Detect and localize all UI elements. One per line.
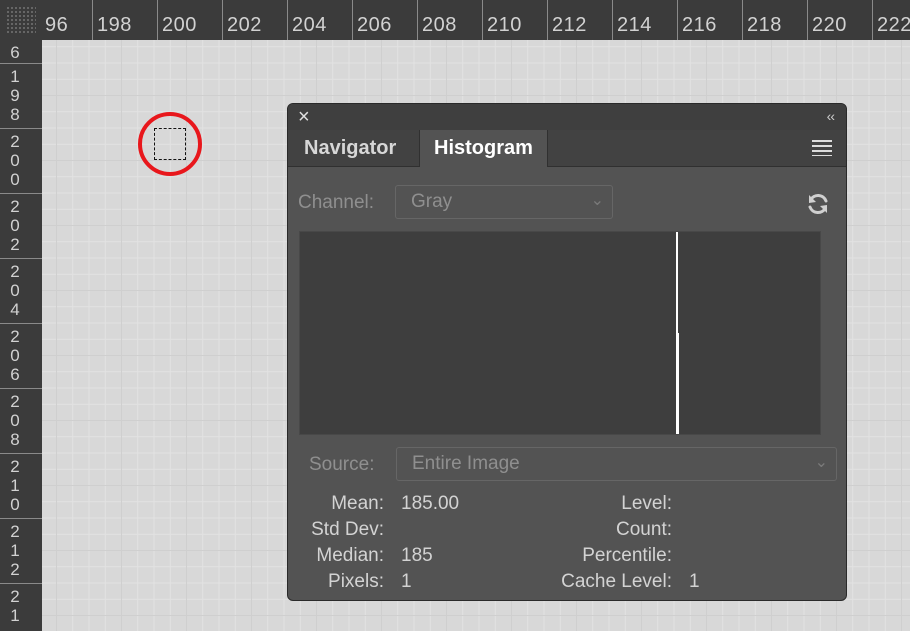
ruler-label: 200 [162,14,197,36]
ruler-label: 208 [10,392,20,449]
ruler-label: 202 [227,14,262,36]
highlight-circle [138,112,202,176]
ruler-label: 21 [10,587,20,625]
ruler-tick: 210 [0,453,42,519]
ruler-label: 206 [10,327,20,384]
ruler-tick: 216 [677,0,716,40]
histogram-panel: × ‹‹ Navigator Histogram Channel: Gray ⌄… [287,103,847,601]
stat-median-label: Median: [316,545,384,566]
panel-titlebar[interactable]: × ‹‹ [288,104,846,130]
ruler-tick: 6 [0,40,42,64]
ruler-label: 218 [747,14,782,36]
ruler-label: 206 [357,14,392,36]
ruler-label: 214 [617,14,652,36]
ruler-label: 210 [10,457,20,514]
ruler-tick: 202 [0,193,42,259]
histogram-graph [299,231,821,435]
ruler-label: 198 [97,14,132,36]
stat-level-label: Level: [621,493,672,514]
ruler-origin[interactable] [0,0,42,40]
chevron-down-icon: ⌄ [590,192,604,209]
ruler-label: 96 [45,14,69,36]
channel-select[interactable]: Gray ⌄ [395,185,613,219]
ruler-tick: 202 [222,0,261,40]
ruler-tick: 200 [157,0,196,40]
ruler-label: 222 [877,14,910,36]
ruler-label: 216 [682,14,717,36]
tab-histogram[interactable]: Histogram [419,130,548,167]
ruler-label: 202 [10,197,20,254]
histogram-bar [676,333,679,434]
stat-pixels-value: 1 [401,571,412,592]
panel-menu-icon[interactable] [812,140,832,156]
ruler-tick: 212 [0,518,42,584]
source-select[interactable]: Entire Image ⌄ [396,447,837,481]
ruler-tick: 198 [0,63,42,129]
ruler-tick: 220 [807,0,846,40]
ruler-label: 208 [422,14,457,36]
ruler-tick: 206 [0,323,42,389]
ruler-tick: 218 [742,0,781,40]
ruler-origin-grip [6,6,36,34]
ruler-tick: 200 [0,128,42,194]
chevron-down-icon: ⌄ [814,454,828,471]
refresh-icon[interactable] [806,192,830,216]
vertical-ruler[interactable]: 6 198 200 202 204 206 208 210 212 21 [0,40,42,631]
stat-stddev-label: Std Dev: [311,519,384,540]
source-value: Entire Image [412,453,520,474]
ruler-label: 210 [487,14,522,36]
ruler-tick: 204 [287,0,326,40]
ruler-tick: 21 [0,583,42,631]
ruler-tick: 208 [417,0,456,40]
channel-value: Gray [411,191,453,212]
channel-label: Channel: [298,192,375,213]
ruler-label: 204 [10,262,20,319]
stat-mean-label: Mean: [331,493,384,514]
ruler-tick: 198 [92,0,131,40]
panel-tab-bar: Navigator Histogram [288,130,846,167]
ruler-tick: 206 [352,0,391,40]
ruler-label: 200 [10,132,20,189]
stat-percentile-label: Percentile: [582,545,672,566]
ruler-label: 212 [552,14,587,36]
close-icon[interactable]: × [298,106,310,129]
ruler-tick: 204 [0,258,42,324]
ruler-tick: 212 [547,0,586,40]
horizontal-ruler[interactable]: 96 198 200 202 204 206 208 210 212 214 2… [42,0,910,40]
ruler-label: 220 [812,14,847,36]
ruler-label: 6 [10,43,20,62]
stat-count-label: Count: [616,519,672,540]
ruler-label: 198 [10,67,20,124]
stat-pixels-label: Pixels: [328,571,384,592]
stat-cache-level-label: Cache Level: [561,571,672,592]
ruler-label: 204 [292,14,327,36]
source-label: Source: [309,454,375,475]
collapse-icon[interactable]: ‹‹ [827,108,835,124]
ruler-tick: 214 [612,0,651,40]
ruler-label: 212 [10,522,20,579]
ruler-tick: 222 [872,0,910,40]
stat-cache-level-value: 1 [689,571,700,592]
ruler-tick: 210 [482,0,521,40]
stat-mean-value: 185.00 [401,493,460,514]
ruler-tick: 208 [0,388,42,454]
stat-median-value: 185 [401,545,433,566]
tab-navigator[interactable]: Navigator [290,130,410,166]
